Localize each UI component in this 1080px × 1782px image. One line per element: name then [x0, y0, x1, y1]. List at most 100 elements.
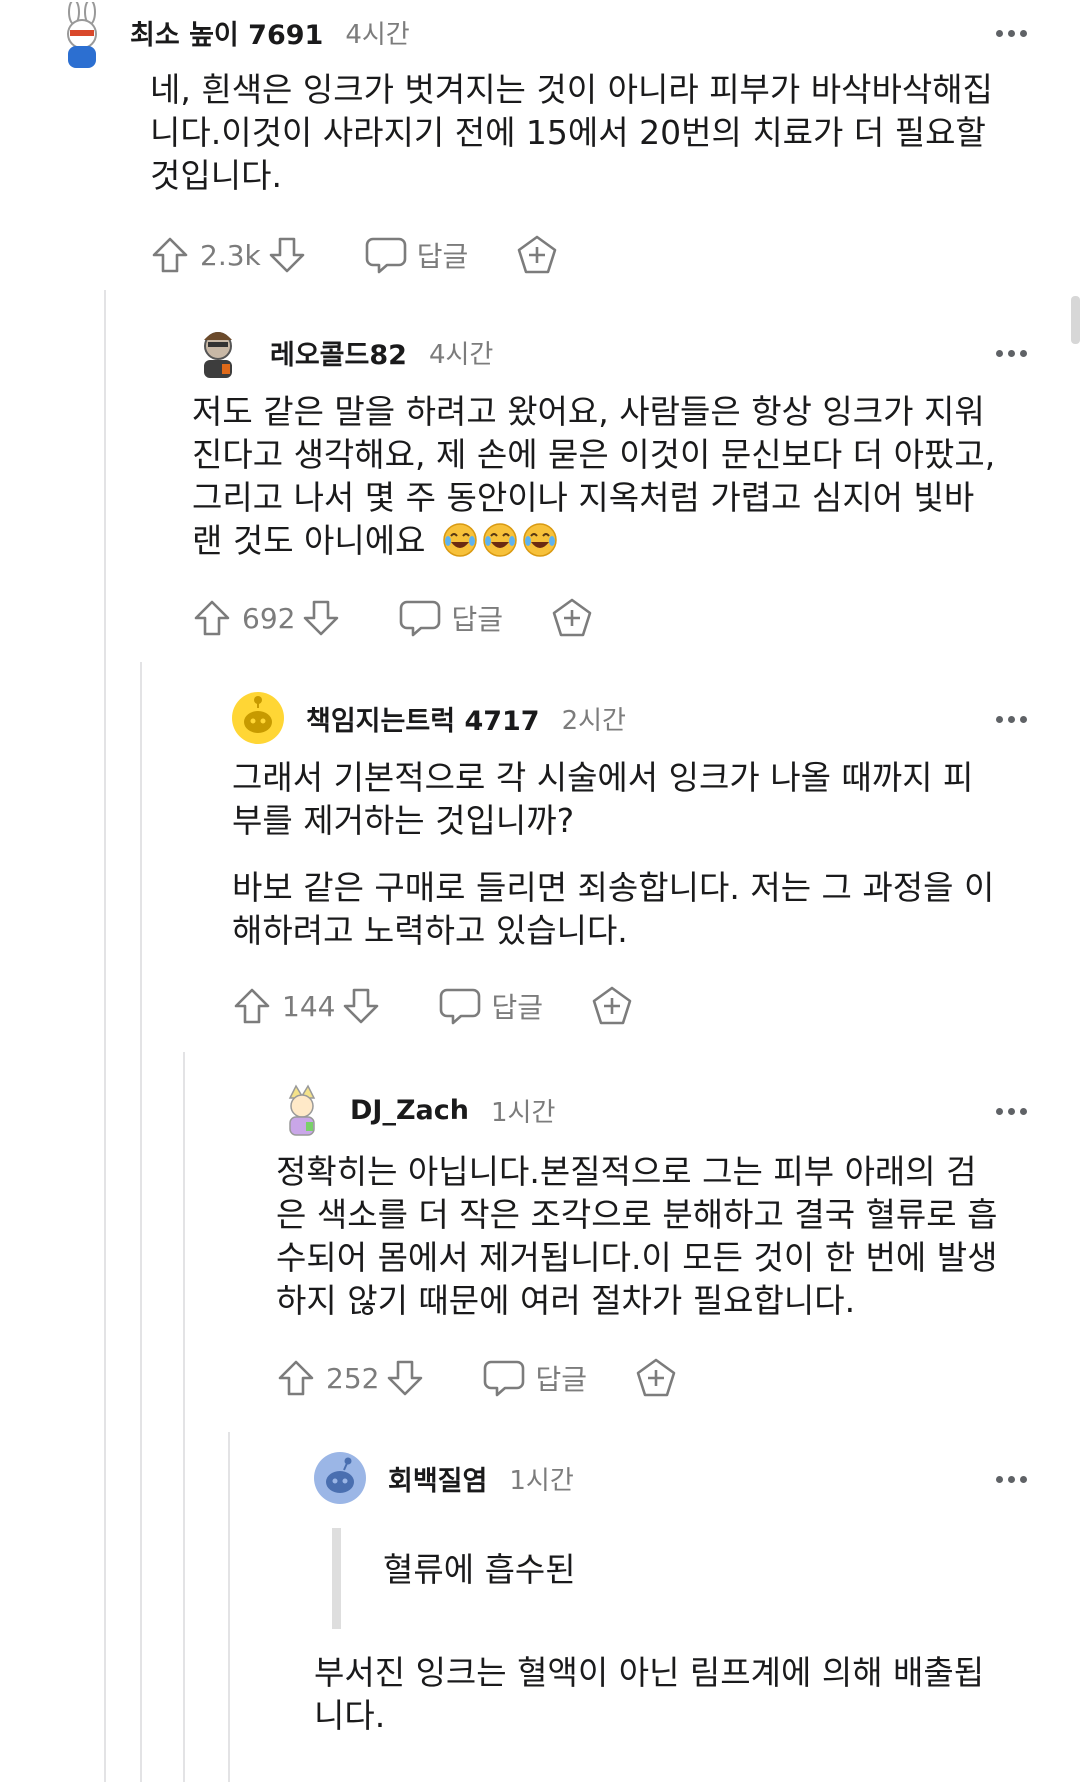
blockquote: 혈류에 흡수된 — [332, 1528, 1036, 1629]
comment-body: 네, 흰색은 잉크가 벗겨지는 것이 아니라 피부가 바삭바삭해집 니다.이것이… — [150, 68, 1036, 197]
award-plus-icon — [517, 235, 557, 274]
more-dots-icon[interactable] — [996, 22, 1036, 37]
comment-line: 진다고 생각해요, 제 손에 묻은 이것이 문신보다 더 아팠고, — [192, 435, 996, 474]
username[interactable]: DJ_Zach — [350, 1095, 469, 1126]
upvote-button[interactable]: 692 — [192, 598, 341, 638]
downvote-arrow-icon[interactable] — [341, 986, 381, 1026]
thread-line[interactable] — [140, 662, 142, 1782]
comment-line: 은 색소를 더 작은 조각으로 분해하고 결국 혈류로 흡 — [276, 1195, 998, 1234]
reply-button[interactable]: 답글 — [483, 1358, 587, 1398]
more-dots-icon[interactable] — [996, 708, 1036, 723]
speech-bubble-icon — [400, 600, 441, 637]
timestamp: 2시간 — [561, 705, 626, 736]
upvote-button[interactable]: 252 — [276, 1358, 425, 1398]
comment-actions: 2.3k 답글 — [150, 225, 1036, 285]
speech-bubble-icon — [365, 237, 407, 274]
vote-count: 2.3k — [200, 238, 261, 272]
award-button[interactable] — [551, 597, 593, 639]
username[interactable]: 책임지는트럭 4717 — [306, 699, 540, 738]
reply-label: 답글 — [535, 1363, 587, 1396]
comment: 레오콜드82 4시간 저도 같은 말을 하려고 왔어요, 사람들은 항상 잉크가… — [192, 324, 1036, 648]
comment-line: 바보 같은 구매로 들리면 죄송합니다. 저는 그 과정을 이 — [232, 868, 995, 907]
award-plus-icon — [552, 598, 592, 637]
upvote-arrow-icon[interactable] — [150, 235, 190, 275]
comment-line: 부를 제거하는 것입니까? — [232, 801, 575, 840]
thread-line[interactable] — [104, 290, 106, 1782]
vote-count: 692 — [242, 601, 296, 635]
comment-header: DJ_Zach 1시간 — [276, 1082, 1036, 1138]
username[interactable]: 레오콜드82 — [270, 333, 407, 372]
speech-bubble-icon — [440, 988, 481, 1025]
comment-line: 해하려고 노력하고 있습니다. — [232, 911, 628, 950]
comment: 회백질염 1시간 혈류에 흡수된 부서진 잉크는 혈액이 아닌 림프계에 의해 … — [314, 1450, 1036, 1737]
timestamp: 4시간 — [345, 19, 410, 50]
more-dots-icon[interactable] — [996, 342, 1036, 357]
scrollbar-thumb[interactable] — [1071, 296, 1080, 344]
more-dots-icon[interactable] — [996, 1100, 1036, 1115]
username[interactable]: 회백질염 — [388, 1459, 487, 1498]
comment-line: 부서진 잉크는 혈액이 아닌 림프계에 의해 배출됩 — [314, 1653, 985, 1692]
comment-body: 정확히는 아닙니다.본질적으로 그는 피부 아래의 검 은 색소를 더 작은 조… — [276, 1150, 1036, 1322]
downvote-arrow-icon[interactable] — [385, 1358, 425, 1398]
avatar[interactable] — [276, 1084, 328, 1136]
comment-body: 부서진 잉크는 혈액이 아닌 림프계에 의해 배출됩 니다. — [314, 1651, 1036, 1737]
downvote-arrow-icon[interactable] — [301, 598, 341, 638]
avatar[interactable] — [232, 692, 284, 744]
face-with-tears-of-joy-icon — [442, 521, 562, 560]
upvote-button[interactable]: 2.3k — [150, 235, 307, 275]
comment-line: 그리고 나서 몇 주 동안이나 지옥처럼 가렵고 심지어 빛바 — [192, 478, 975, 517]
vote-count: 252 — [326, 1361, 380, 1395]
thread-line[interactable] — [228, 1432, 230, 1782]
comment-body: 저도 같은 말을 하려고 왔어요, 사람들은 항상 잉크가 지워 진다고 생각해… — [192, 390, 1036, 562]
reply-button[interactable]: 답글 — [439, 986, 543, 1026]
thread-line[interactable] — [183, 1052, 185, 1782]
comment-header: 최소 높이 7691 4시간 — [52, 2, 1036, 68]
username[interactable]: 최소 높이 7691 — [130, 13, 323, 52]
award-button[interactable] — [635, 1357, 677, 1399]
upvote-button[interactable]: 144 — [232, 986, 381, 1026]
reply-label: 답글 — [451, 603, 503, 636]
comment-line: 저도 같은 말을 하려고 왔어요, 사람들은 항상 잉크가 지워 — [192, 392, 985, 431]
timestamp: 4시간 — [428, 339, 494, 370]
downvote-arrow-icon[interactable] — [267, 235, 307, 275]
upvote-arrow-icon[interactable] — [232, 986, 272, 1026]
upvote-arrow-icon[interactable] — [192, 598, 232, 638]
comment-header: 책임지는트럭 4717 2시간 — [232, 690, 1036, 746]
comment-line: 그래서 기본적으로 각 시술에서 잉크가 나올 때까지 피 — [232, 758, 974, 797]
comment-line: 수되어 몸에서 제거됩니다.이 모든 것이 한 번에 발생 — [276, 1238, 998, 1277]
timestamp: 1시간 — [509, 1465, 574, 1496]
comment-line: 정확히는 아닙니다.본질적으로 그는 피부 아래의 검 — [276, 1152, 977, 1191]
comment-actions: 144 답글 — [232, 976, 1036, 1036]
upvote-arrow-icon[interactable] — [276, 1358, 316, 1398]
avatar[interactable] — [192, 326, 244, 378]
award-plus-icon — [592, 986, 632, 1025]
reply-label: 답글 — [416, 240, 469, 273]
comment-header: 레오콜드82 4시간 — [192, 324, 1036, 380]
vote-count: 144 — [282, 989, 336, 1023]
comment-line: 니다. — [314, 1696, 386, 1735]
award-button[interactable] — [591, 985, 633, 1027]
comment-actions: 692 답글 — [192, 588, 1036, 648]
comment-header: 회백질염 1시간 — [314, 1450, 1036, 1506]
reply-label: 답글 — [491, 991, 543, 1024]
comment: 책임지는트럭 4717 2시간 그래서 기본적으로 각 시술에서 잉크가 나올 … — [232, 690, 1036, 1036]
comment-line: 랜 것도 아니에요 — [192, 521, 426, 560]
comment: DJ_Zach 1시간 정확히는 아닙니다.본질적으로 그는 피부 아래의 검 … — [276, 1082, 1036, 1408]
award-button[interactable] — [516, 234, 558, 276]
more-dots-icon[interactable] — [996, 1468, 1036, 1483]
comment-body-paragraph: 바보 같은 구매로 들리면 죄송합니다. 저는 그 과정을 이 해하려고 노력하… — [232, 866, 1036, 952]
speech-bubble-icon — [484, 1360, 525, 1397]
comment-body: 그래서 기본적으로 각 시술에서 잉크가 나올 때까지 피 부를 제거하는 것입… — [232, 756, 1036, 842]
comment-actions: 252 답글 — [276, 1348, 1036, 1408]
avatar[interactable] — [314, 1452, 366, 1504]
reply-button[interactable]: 답글 — [365, 235, 469, 275]
comment-line: 니다.이것이 사라지기 전에 15에서 20번의 치료가 더 필요할 — [150, 113, 986, 152]
avatar[interactable] — [52, 2, 112, 72]
comment-line: 것입니다. — [150, 156, 282, 195]
comment-line: 하지 않기 때문에 여러 절차가 필요합니다. — [276, 1281, 856, 1320]
reply-button[interactable]: 답글 — [399, 598, 503, 638]
comment-line: 네, 흰색은 잉크가 벗겨지는 것이 아니라 피부가 바삭바삭해집 — [150, 70, 993, 109]
timestamp: 1시간 — [490, 1097, 556, 1128]
comment: 최소 높이 7691 4시간 네, 흰색은 잉크가 벗겨지는 것이 아니라 피부… — [52, 2, 1036, 285]
award-plus-icon — [636, 1358, 676, 1397]
